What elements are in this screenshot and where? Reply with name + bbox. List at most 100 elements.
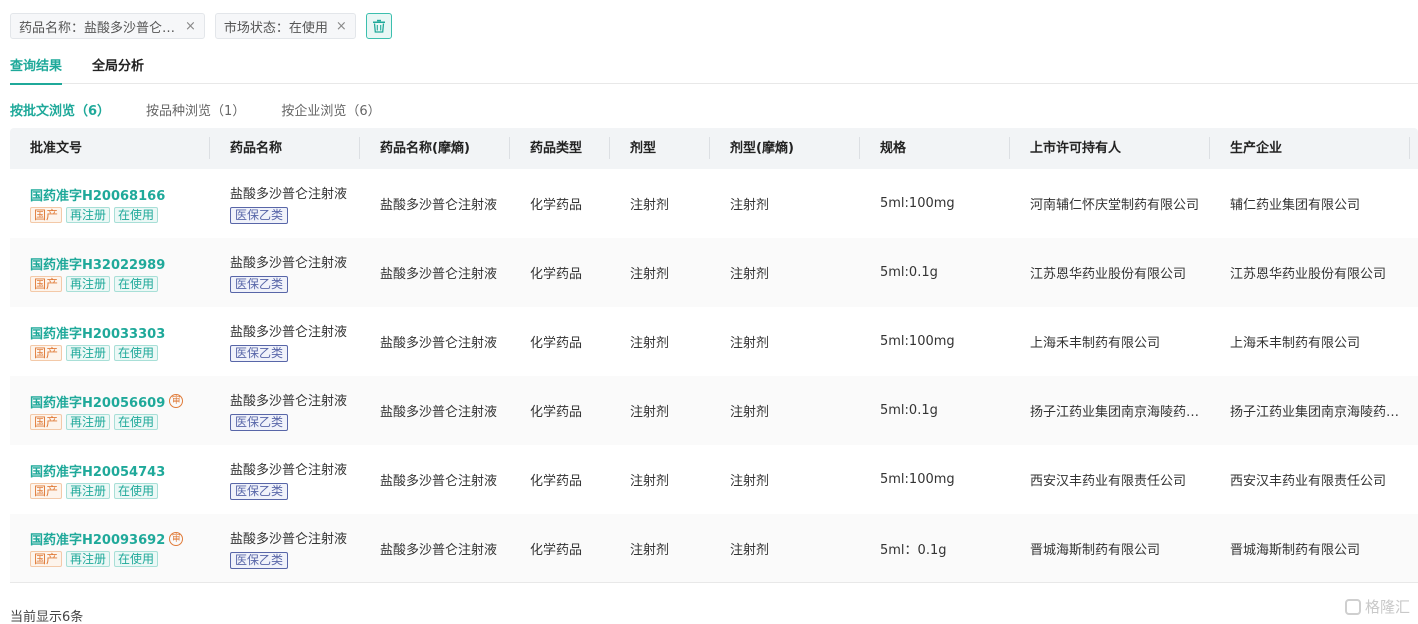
column-header: 剂型: [610, 128, 710, 169]
tag-status: 在使用: [114, 344, 159, 361]
cell-drug-type: 化学药品: [530, 405, 583, 420]
cell-dosage-form: 注射剂: [630, 198, 670, 213]
cell-approval: 国药准字H20033303 国产 再注册 在使用: [10, 323, 210, 361]
watermark: 格隆汇: [1344, 596, 1410, 617]
subtab-by-approval[interactable]: 按批文浏览（6）: [10, 100, 110, 119]
tag-group: 国产 再注册 在使用: [30, 551, 210, 567]
column-header: 上市许可持有人: [1010, 128, 1210, 169]
approval-number-link[interactable]: 国药准字H20093692 审: [30, 529, 210, 548]
tag-status: 在使用: [114, 206, 159, 223]
cell-approval: 国药准字H32022989 国产 再注册 在使用: [10, 254, 210, 292]
approval-number-link[interactable]: 国药准字H20033303: [30, 323, 210, 342]
insurance-badge: 医保乙类: [230, 551, 289, 569]
cell-approval: 国药准字H20054743 国产 再注册 在使用: [10, 461, 210, 499]
cell-holder: 上海禾丰制药有限公司: [1030, 336, 1161, 351]
watermark-text: 格隆汇: [1364, 598, 1410, 616]
cell-spec: 5ml:100mg: [880, 472, 955, 487]
cell-dosage-form: 注射剂: [630, 542, 670, 558]
table-row[interactable]: 国药准字H20054743 国产 再注册 在使用 盐酸多沙普仑注射液 医保乙类 盐酸多沙普仑…: [10, 445, 1418, 514]
cell-dosage-form: 注射剂: [630, 267, 670, 282]
cell-drug-type: 化学药品: [530, 267, 583, 282]
subtab-by-variety[interactable]: 按品种浏览（1）: [146, 100, 245, 119]
filter-chip-drug-name[interactable]: 药品名称：盐酸多沙普仑注射液 ×: [10, 13, 205, 39]
column-header: 剂型(摩熵): [710, 128, 860, 169]
cell-dosage-form-ms: 注射剂: [730, 267, 770, 282]
cell-dosage-form-ms: 注射剂: [730, 198, 770, 213]
tag-origin: 国产: [30, 551, 63, 567]
filter-chip-label: 市场状态：在使用: [223, 20, 328, 36]
tab-query-results[interactable]: 查询结果: [10, 58, 63, 85]
cell-dosage-form: 注射剂: [630, 405, 670, 420]
tag-group: 国产 再注册 在使用: [30, 206, 210, 223]
insurance-badge: 医保乙类: [230, 414, 289, 431]
cell-drug-type: 化学药品: [530, 474, 583, 489]
cell-spec: 5ml:0.1g: [880, 265, 938, 280]
approval-number-link[interactable]: 国药准字H20056609 审: [30, 392, 210, 411]
table-header: 批准文号 药品名称 药品名称(摩熵) 药品类型 剂型 剂型(摩熵) 规格 上市许…: [10, 128, 1418, 169]
approval-number: 国药准字H20056609: [30, 395, 166, 411]
row-count-text: 当前显示6条: [10, 610, 84, 624]
tag-registration: 再注册: [66, 275, 111, 292]
subtab-by-company[interactable]: 按企业浏览（6）: [281, 100, 380, 119]
column-header: 药品名称(摩熵): [360, 128, 510, 169]
cell-dosage-form-ms: 注射剂: [730, 542, 770, 558]
cell-spec: 5ml:100mg: [880, 196, 955, 211]
cell-drug-type: 化学药品: [530, 336, 583, 351]
tag-status: 在使用: [114, 551, 159, 567]
cell-manufacturer: 西安汉丰药业有限责任公司: [1230, 474, 1387, 489]
tag-registration: 再注册: [66, 206, 111, 223]
cell-holder: 晋城海斯制药有限公司: [1030, 542, 1161, 558]
clear-filters-button[interactable]: [365, 13, 392, 39]
tag-status: 在使用: [114, 482, 159, 499]
table-row[interactable]: 国药准字H20093692 审国产 再注册 在使用 盐酸多沙普仑注射液 医保乙类 盐酸多沙普…: [10, 514, 1418, 583]
approval-number-link[interactable]: 国药准字H20068166: [30, 185, 210, 204]
cell-drug-name: 盐酸多沙普仑注射液 医保乙类: [210, 321, 360, 362]
insurance-badge: 医保乙类: [230, 345, 289, 362]
filter-bar: 药品名称：盐酸多沙普仑注射液 × 市场状态：在使用 ×: [10, 13, 392, 39]
table-row[interactable]: 国药准字H20033303 国产 再注册 在使用 盐酸多沙普仑注射液 医保乙类 盐酸多沙普仑…: [10, 307, 1418, 376]
approval-number: 国药准字H20033303: [30, 326, 166, 342]
tag-registration: 再注册: [66, 413, 111, 430]
table-row[interactable]: 国药准字H32022989 国产 再注册 在使用 盐酸多沙普仑注射液 医保乙类 盐酸多沙普仑…: [10, 238, 1418, 307]
cell-drug-name-ms: 盐酸多沙普仑注射液: [380, 542, 498, 558]
review-badge-icon: 审: [169, 394, 184, 408]
approval-number-link[interactable]: 国药准字H32022989: [30, 254, 210, 273]
cell-spec: 5ml:0.1g: [880, 403, 938, 418]
drug-name: 盐酸多沙普仑注射液: [230, 325, 348, 340]
table-row[interactable]: 国药准字H20068166 国产 再注册 在使用 盐酸多沙普仑注射液 医保乙类 盐酸多沙普仑…: [10, 169, 1418, 238]
filter-chip-market-status[interactable]: 市场状态：在使用 ×: [214, 13, 356, 39]
insurance-badge: 医保乙类: [230, 276, 289, 293]
drug-name: 盐酸多沙普仑注射液: [230, 187, 348, 202]
close-icon[interactable]: ×: [336, 19, 347, 34]
tag-registration: 再注册: [66, 482, 111, 499]
approval-number: 国药准字H20068166: [30, 188, 166, 204]
tag-group: 国产 再注册 在使用: [30, 275, 210, 292]
cell-spec: 5ml:100mg: [880, 334, 955, 349]
cell-dosage-form-ms: 注射剂: [730, 405, 770, 420]
tag-group: 国产 再注册 在使用: [30, 413, 210, 430]
insurance-badge: 医保乙类: [230, 483, 289, 500]
table-row[interactable]: 国药准字H20056609 审国产 再注册 在使用 盐酸多沙普仑注射液 医保乙类 盐酸多沙普…: [10, 376, 1418, 445]
trash-icon: [372, 19, 385, 33]
approval-number: 国药准字H20054743: [30, 464, 166, 480]
tag-origin: 国产: [30, 206, 63, 223]
approval-number-link[interactable]: 国药准字H20054743: [30, 461, 210, 480]
cell-manufacturer: 江苏恩华药业股份有限公司: [1230, 267, 1387, 282]
cell-dosage-form: 注射剂: [630, 474, 670, 489]
cell-manufacturer: 辅仁药业集团有限公司: [1230, 198, 1361, 213]
cell-approval: 国药准字H20056609 审国产 再注册 在使用: [10, 392, 210, 430]
approval-number: 国药准字H32022989: [30, 257, 166, 273]
filter-chip-label: 药品名称：盐酸多沙普仑注射液: [19, 20, 177, 36]
cell-drug-name: 盐酸多沙普仑注射液 医保乙类: [210, 252, 360, 293]
close-icon[interactable]: ×: [185, 19, 196, 34]
logo-icon: [1344, 598, 1361, 615]
cell-drug-name: 盐酸多沙普仑注射液 医保乙类: [210, 528, 360, 569]
drug-name: 盐酸多沙普仑注射液: [230, 463, 348, 478]
cell-approval: 国药准字H20068166 国产 再注册 在使用: [10, 185, 210, 223]
tab-global-analysis[interactable]: 全局分析: [92, 58, 144, 84]
tag-origin: 国产: [30, 344, 63, 361]
column-header: 规格: [860, 128, 1010, 169]
cell-drug-name-ms: 盐酸多沙普仑注射液: [380, 336, 498, 351]
cell-spec: 5ml：0.1g: [880, 542, 947, 558]
tag-status: 在使用: [114, 275, 159, 292]
